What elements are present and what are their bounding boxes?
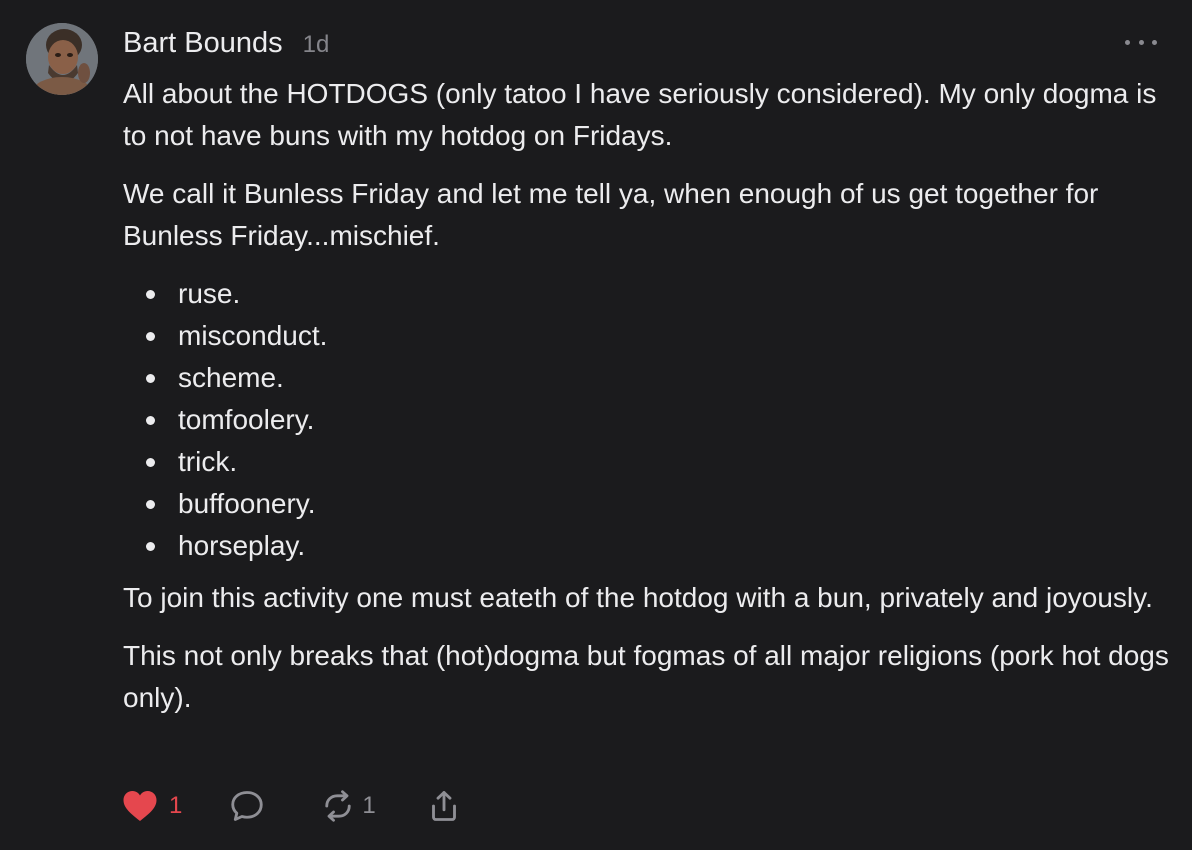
like-count: 1 <box>169 792 183 819</box>
post-timestamp: 1d <box>302 31 330 58</box>
post-paragraph: This not only breaks that (hot)dogma but… <box>123 640 1169 713</box>
list-item-text: tomfoolery. <box>178 404 315 435</box>
post-paragraph: We call it Bunless Friday and let me tel… <box>123 178 1099 251</box>
list-item: ruse. <box>123 273 1173 315</box>
list-item-text: trick. <box>178 446 238 477</box>
repost-arrows-icon <box>325 790 352 822</box>
post-actions: 1 1 <box>122 786 462 826</box>
list-item-text: scheme. <box>178 362 284 393</box>
bullet-list: ruse. misconduct. scheme. tomfoolery. tr… <box>123 273 1173 567</box>
list-item: tomfoolery. <box>123 399 1173 441</box>
list-item-text: horseplay. <box>178 530 306 561</box>
repost-button[interactable]: 1 <box>320 788 376 824</box>
bullet-icon <box>146 416 155 425</box>
more-dot <box>1152 39 1157 45</box>
list-item-text: ruse. <box>178 278 241 309</box>
speech-bubble-icon <box>231 791 264 821</box>
repost-count: 1 <box>362 792 376 819</box>
avatar-image <box>26 23 98 95</box>
share-upload-icon <box>431 791 456 821</box>
list-item: horseplay. <box>123 525 1173 567</box>
post-body: All about the HOTDOGS (only tatoo I have… <box>123 73 1173 735</box>
avatar[interactable] <box>26 23 98 95</box>
list-item-text: misconduct. <box>178 320 328 351</box>
like-button[interactable]: 1 <box>122 789 182 823</box>
list-item: trick. <box>123 441 1173 483</box>
heart-filled-icon <box>123 791 157 821</box>
bullet-icon <box>146 500 155 509</box>
reply-button[interactable] <box>229 788 265 824</box>
list-item-text: buffoonery. <box>178 488 316 519</box>
post-paragraph: To join this activity one must eateth of… <box>123 582 1153 613</box>
list-item: scheme. <box>123 357 1173 399</box>
bullet-icon <box>146 458 155 467</box>
list-item: misconduct. <box>123 315 1173 357</box>
bullet-icon <box>146 290 155 299</box>
more-dot <box>1125 39 1130 45</box>
share-button[interactable] <box>426 788 462 824</box>
bullet-icon <box>146 542 155 551</box>
more-options-icon[interactable] <box>1125 34 1157 50</box>
post-paragraph: All about the HOTDOGS (only tatoo I have… <box>123 78 1157 151</box>
author-name[interactable]: Bart Bounds <box>123 27 283 60</box>
bullet-icon <box>146 332 155 341</box>
bullet-icon <box>146 374 155 383</box>
post-header: Bart Bounds 1d <box>123 27 329 63</box>
list-item: buffoonery. <box>123 483 1173 525</box>
more-dot <box>1138 39 1144 45</box>
